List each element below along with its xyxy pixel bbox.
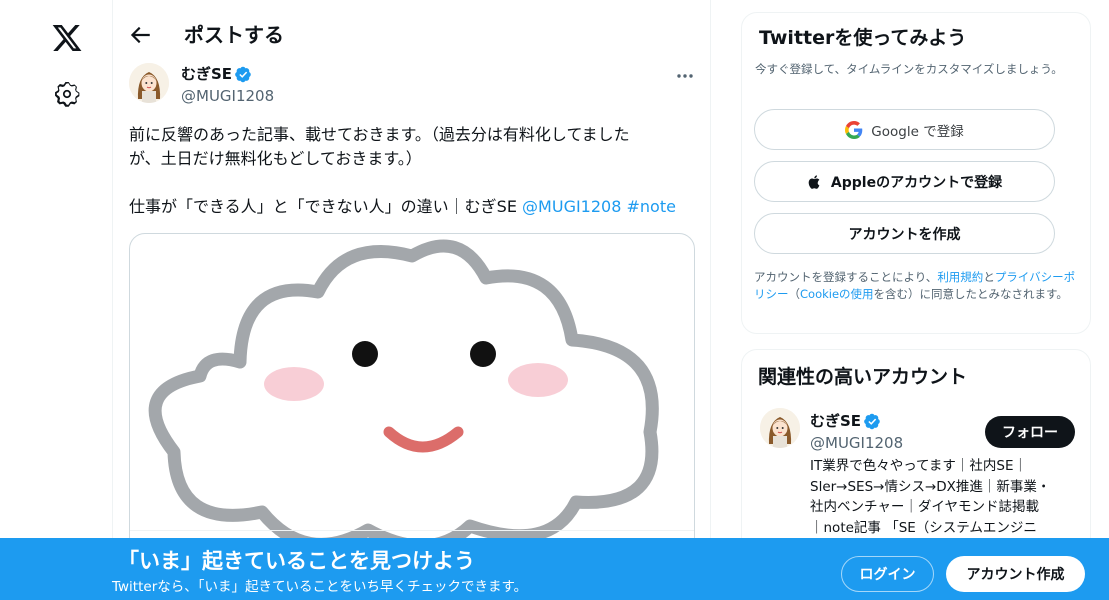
create-account-label: アカウントを作成 [848, 226, 961, 243]
related-account-bio: IT業界で色々やってます｜社内SE｜ Sler→SES→情シス→DX推進｜新事業… [810, 456, 1072, 538]
gear-icon[interactable] [53, 80, 81, 108]
page-title: ポストする [184, 23, 284, 47]
author-handle[interactable]: @MUGI1208 [181, 86, 274, 106]
bottom-signup-banner: 「いま」起きていることを見つけよう Twitterなら、「いま」起きていることを… [0, 538, 1109, 600]
verified-badge-icon [864, 413, 880, 429]
create-account-button[interactable]: アカウントを作成 [754, 213, 1055, 254]
cookie-link[interactable]: Cookieの使用 [800, 287, 874, 301]
link-card[interactable] [129, 233, 695, 553]
avatar[interactable] [760, 408, 800, 448]
related-title: 関連性の高いアカウント [758, 366, 968, 388]
legal-text: アカウントを登録することにより、利用規約とプライバシーポリシー（Cookieの使… [754, 270, 1076, 301]
login-button[interactable]: ログイン [841, 556, 934, 592]
signup-subtitle: 今すぐ登録して、タイムラインをカスタマイズしましょう。 [755, 62, 1063, 76]
author-name[interactable]: むぎSE [181, 64, 252, 84]
bio-line: Sler→SES→情シス→DX推進｜新事業・ [810, 478, 1051, 495]
google-label-suffix: で登録 [918, 123, 964, 140]
tweet-text: 前に反響のあった記事、載せておきます。（過去分は有料化してました が、土日だけ無… [129, 123, 699, 219]
verified-badge-icon [235, 66, 251, 82]
signup-title: Twitterを使ってみよう [759, 27, 967, 49]
bio-line: ｜note記事 「SE（システムエンジニ [810, 519, 1037, 536]
google-signup-button[interactable]: Google で登録 [754, 109, 1055, 150]
signup-button[interactable]: アカウント作成 [946, 556, 1085, 592]
page-header: ポストする [113, 0, 711, 72]
main-column: ポストする むぎSE @MUGI1208 前に反響のあった記事、載せておきます。… [112, 0, 711, 600]
apple-icon [808, 174, 820, 189]
cloud-illustration [148, 239, 659, 552]
signup-panel: Twitterを使ってみよう 今すぐ登録して、タイムラインをカスタマイズしましょ… [741, 12, 1091, 334]
left-nav [0, 0, 112, 600]
x-logo-icon[interactable] [51, 22, 83, 54]
arrow-left-icon[interactable] [127, 22, 153, 48]
terms-link[interactable]: 利用規約 [937, 270, 983, 284]
bio-line: IT業界で色々やってます｜社内SE｜ [810, 458, 1027, 474]
google-label: Google [871, 123, 919, 140]
apple-signup-button[interactable]: Appleのアカウントで登録 [754, 161, 1055, 202]
mention-link[interactable]: @MUGI1208 [522, 197, 621, 216]
hashtag-link[interactable]: #note [627, 197, 676, 216]
bio-line: 社内ベンチャー｜ダイヤモンド誌掲載 [810, 499, 1039, 515]
tweet-line: 前に反響のあった記事、載せておきます。（過去分は有料化してました [129, 125, 630, 144]
tweet-line: 仕事が「できる人」と「できない人」の違い｜むぎSE @MUGI1208 #not… [129, 195, 699, 219]
tweet-line: が、土日だけ無料化もどしておきます。） [129, 149, 422, 168]
follow-button[interactable]: フォロー [985, 416, 1075, 448]
apple-label: Appleのアカウントで登録 [830, 174, 1003, 191]
banner-subtitle: Twitterなら、「いま」起きていることをいち早くチェックできます。 [112, 579, 528, 595]
related-account-handle[interactable]: @MUGI1208 [810, 433, 903, 453]
related-account-name[interactable]: むぎSE [810, 411, 881, 431]
banner-title: 「いま」起きていることを見つけよう [118, 549, 475, 573]
avatar[interactable] [129, 63, 169, 103]
google-icon [845, 120, 863, 139]
article-title: 仕事が「できる人」と「できない人」の違い｜むぎSE [129, 197, 523, 216]
ellipsis-icon[interactable] [673, 64, 697, 88]
